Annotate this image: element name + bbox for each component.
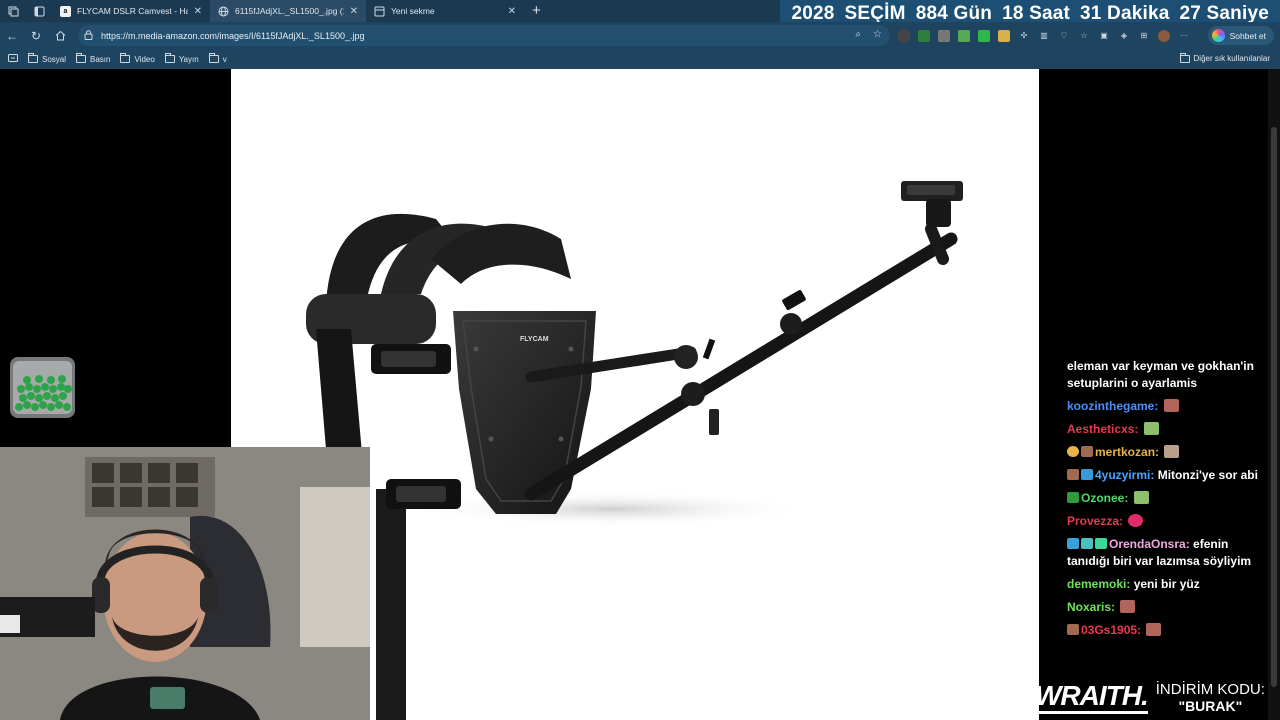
collections-icon[interactable]: ▣ bbox=[1098, 30, 1110, 42]
folder-icon bbox=[28, 53, 38, 63]
bookmarks-bar: Sosyal Basın Video Yayın v Diğer sık kul… bbox=[0, 49, 1280, 69]
chat-message: Noxaris: bbox=[1067, 599, 1267, 616]
other-favorites[interactable]: Diğer sık kullanılanlar bbox=[1179, 52, 1270, 63]
lock-icon[interactable] bbox=[84, 27, 93, 45]
tab-image[interactable]: 6115fJAdjXL._SL1500_.jpg (1500× ✕ bbox=[210, 0, 366, 22]
chat-message: 03Gs1905: bbox=[1067, 622, 1267, 639]
flycam-logo-text: FLYCAM bbox=[520, 336, 549, 343]
bookmark-folder-sosyal[interactable]: Sosyal bbox=[28, 53, 66, 64]
extension-4-icon[interactable] bbox=[958, 29, 970, 42]
browser-essentials-icon[interactable]: ♡ bbox=[1058, 30, 1070, 42]
close-tab-icon[interactable]: ✕ bbox=[350, 6, 358, 17]
extension-6-icon[interactable] bbox=[998, 29, 1010, 42]
new-tab-page-icon bbox=[374, 6, 385, 17]
bookmark-folder-basin[interactable]: Basın bbox=[76, 53, 110, 64]
folder-icon bbox=[1179, 52, 1190, 63]
favorites-icon[interactable]: ☆ bbox=[1078, 30, 1090, 42]
tab-strip: a FLYCAM DSLR Camvest - Hands-F ✕ 6115fJ… bbox=[0, 0, 1280, 28]
split-screen-icon[interactable]: ▥ bbox=[1038, 30, 1050, 42]
stream-chat: eleman var keyman ve gokhan'in setuplari… bbox=[1067, 358, 1267, 645]
reading-list-icon[interactable] bbox=[8, 54, 18, 64]
sponsor-banner: WRAITH. İNDİRİM KODU: "BURAK" bbox=[1035, 675, 1265, 720]
extension-3-icon[interactable] bbox=[938, 29, 950, 42]
close-tab-icon[interactable]: ✕ bbox=[194, 6, 202, 17]
tab-actions-icon[interactable] bbox=[26, 0, 52, 22]
chat-message: Ozonee: bbox=[1067, 490, 1267, 507]
chat-message: Provezza: bbox=[1067, 513, 1267, 530]
extension-5-icon[interactable] bbox=[978, 29, 990, 42]
favorite-star-icon[interactable]: ☆ bbox=[873, 29, 882, 40]
folder-icon bbox=[76, 53, 87, 63]
bookmark-folder-v[interactable]: v bbox=[208, 53, 227, 64]
folder-icon bbox=[120, 53, 131, 63]
emote-icon bbox=[1128, 514, 1144, 527]
navigation-bar: ← ↻ https://m.media-amazon.com/images/I/… bbox=[0, 22, 1280, 49]
profile-avatar[interactable] bbox=[1158, 29, 1170, 42]
home-icon[interactable] bbox=[48, 22, 72, 49]
badge-icon bbox=[1081, 446, 1093, 457]
emote-icon bbox=[1164, 445, 1180, 458]
copilot-chat-button[interactable]: Sohbet et bbox=[1207, 26, 1274, 45]
copilot-icon bbox=[1211, 29, 1225, 42]
chat-message: eleman var keyman ve gokhan'in setuplari… bbox=[1067, 359, 1254, 390]
globe-icon bbox=[218, 6, 229, 17]
zoom-icon[interactable]: ⌕ bbox=[855, 29, 861, 40]
badge-icon bbox=[1067, 446, 1079, 457]
bookmark-folder-yayin[interactable]: Yayın bbox=[164, 53, 199, 64]
emote-icon bbox=[1120, 600, 1136, 613]
folder-icon bbox=[164, 53, 175, 63]
chat-message: Aestheticxs: bbox=[1067, 421, 1267, 438]
stream-jar-widget bbox=[9, 355, 76, 420]
badge-icon bbox=[1081, 538, 1093, 549]
emote-icon bbox=[1146, 623, 1162, 636]
badge-icon bbox=[1081, 469, 1093, 480]
badge-icon bbox=[1067, 538, 1079, 549]
folder-icon bbox=[208, 53, 219, 63]
refresh-icon[interactable]: ↻ bbox=[24, 22, 48, 49]
performance-icon[interactable]: ◈ bbox=[1118, 30, 1130, 42]
extension-1-icon[interactable] bbox=[898, 29, 910, 42]
scrollbar-thumb[interactable] bbox=[1271, 127, 1277, 687]
emote-icon bbox=[1133, 491, 1149, 504]
badge-icon bbox=[1067, 492, 1079, 503]
copilot-panel-icon[interactable]: ⊞ bbox=[1138, 30, 1150, 42]
discount-code: İNDİRİM KODU: "BURAK" bbox=[1155, 680, 1265, 714]
tab-amazon-product[interactable]: a FLYCAM DSLR Camvest - Hands-F ✕ bbox=[52, 0, 210, 22]
streamer-webcam bbox=[0, 447, 370, 720]
badge-icon bbox=[1095, 538, 1107, 549]
new-tab-button[interactable]: + bbox=[532, 0, 541, 22]
page-scrollbar[interactable] bbox=[1268, 69, 1280, 720]
address-bar[interactable]: https://m.media-amazon.com/images/I/6115… bbox=[78, 25, 890, 46]
emote-icon bbox=[1163, 399, 1179, 412]
emote-icon bbox=[1143, 422, 1159, 435]
extension-2-icon[interactable] bbox=[918, 29, 930, 42]
amazon-icon: a bbox=[60, 5, 71, 17]
extensions-toolbar: ✣ ▥ ♡ ☆ ▣ ◈ ⊞ ··· bbox=[898, 22, 1190, 49]
badge-icon bbox=[1067, 624, 1079, 635]
chat-message: dememoki: yeni bir yüz bbox=[1067, 577, 1200, 591]
sponsor-logo: WRAITH. bbox=[1035, 681, 1149, 714]
extension-puzzle-icon[interactable]: ✣ bbox=[1018, 30, 1030, 42]
tab-new[interactable]: Yeni sekme ✕ bbox=[366, 0, 524, 22]
bookmark-folder-video[interactable]: Video bbox=[120, 53, 155, 64]
chat-message: 4yuzyirmi: Mitonzi'ye sor abi bbox=[1067, 467, 1267, 484]
badge-icon bbox=[1067, 469, 1079, 480]
url-text[interactable]: https://m.media-amazon.com/images/I/6115… bbox=[101, 31, 364, 41]
chat-message: koozinthegame: bbox=[1067, 398, 1267, 415]
close-tab-icon[interactable]: ✕ bbox=[508, 6, 516, 17]
chat-message: mertkozan: bbox=[1067, 444, 1267, 461]
more-options-icon[interactable]: ··· bbox=[1178, 30, 1190, 42]
workspaces-icon[interactable] bbox=[0, 0, 26, 22]
chat-message: OrendaOnsra: efenin tanıdığı biri var la… bbox=[1067, 537, 1252, 568]
page-viewport: FLYCAM eleman var keyman ve gokhan'in se… bbox=[0, 69, 1280, 720]
back-icon[interactable]: ← bbox=[0, 22, 24, 49]
